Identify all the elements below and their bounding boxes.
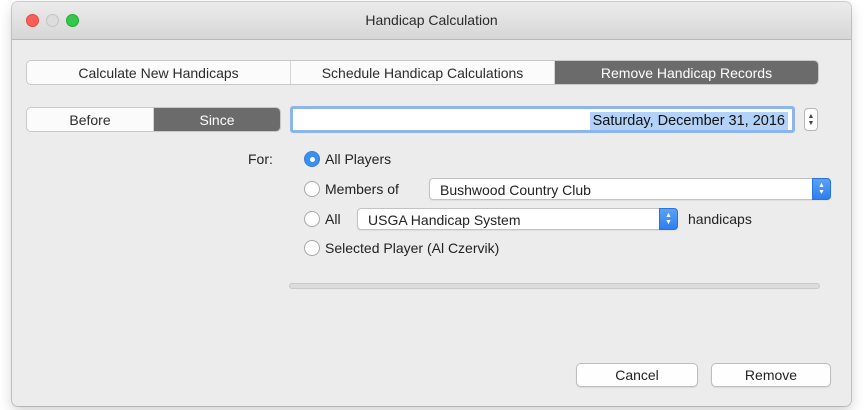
tab-schedule-handicap-calculations[interactable]: Schedule Handicap Calculations	[291, 61, 555, 84]
since-segment[interactable]: Since	[154, 108, 280, 131]
members-of-label: Members of	[325, 181, 399, 197]
all-system-radio[interactable]	[304, 211, 320, 227]
before-since-toggle: Before Since	[26, 107, 281, 132]
club-select-value: Bushwood Country Club	[440, 182, 591, 198]
chevron-up-down-icon: ▲ ▼	[659, 208, 678, 230]
all-system-label: All	[325, 211, 341, 227]
chevron-up-down-icon: ▲ ▼	[812, 178, 831, 200]
handicap-system-select[interactable]: USGA Handicap System ▲ ▼	[357, 208, 678, 230]
remove-button[interactable]: Remove	[711, 363, 831, 387]
handicaps-suffix-label: handicaps	[688, 211, 752, 227]
title-bar: Handicap Calculation	[12, 2, 851, 40]
date-field[interactable]: Saturday, December 31, 2016	[290, 106, 795, 133]
selected-player-radio[interactable]	[304, 240, 320, 256]
down-arrow-icon: ▼	[807, 119, 815, 127]
before-segment[interactable]: Before	[27, 108, 154, 131]
up-arrow-icon: ▲	[807, 112, 815, 120]
all-players-radio[interactable]	[304, 151, 320, 167]
date-value: Saturday, December 31, 2016	[589, 112, 788, 130]
tab-calculate-new-handicaps[interactable]: Calculate New Handicaps	[27, 61, 291, 84]
members-of-radio[interactable]	[304, 181, 320, 197]
for-label: For:	[248, 151, 273, 167]
progress-bar	[289, 283, 820, 289]
all-players-label: All Players	[325, 151, 392, 167]
tab-remove-handicap-records[interactable]: Remove Handicap Records	[555, 61, 818, 84]
selected-player-label: Selected Player (Al Czervik)	[325, 240, 500, 256]
club-select[interactable]: Bushwood Country Club ▲ ▼	[429, 178, 831, 200]
tab-bar: Calculate New Handicaps Schedule Handica…	[26, 60, 819, 85]
handicap-system-value: USGA Handicap System	[368, 212, 521, 228]
date-stepper[interactable]: ▲ ▼	[804, 108, 818, 131]
window-title: Handicap Calculation	[365, 12, 498, 28]
cancel-button[interactable]: Cancel	[576, 363, 698, 387]
